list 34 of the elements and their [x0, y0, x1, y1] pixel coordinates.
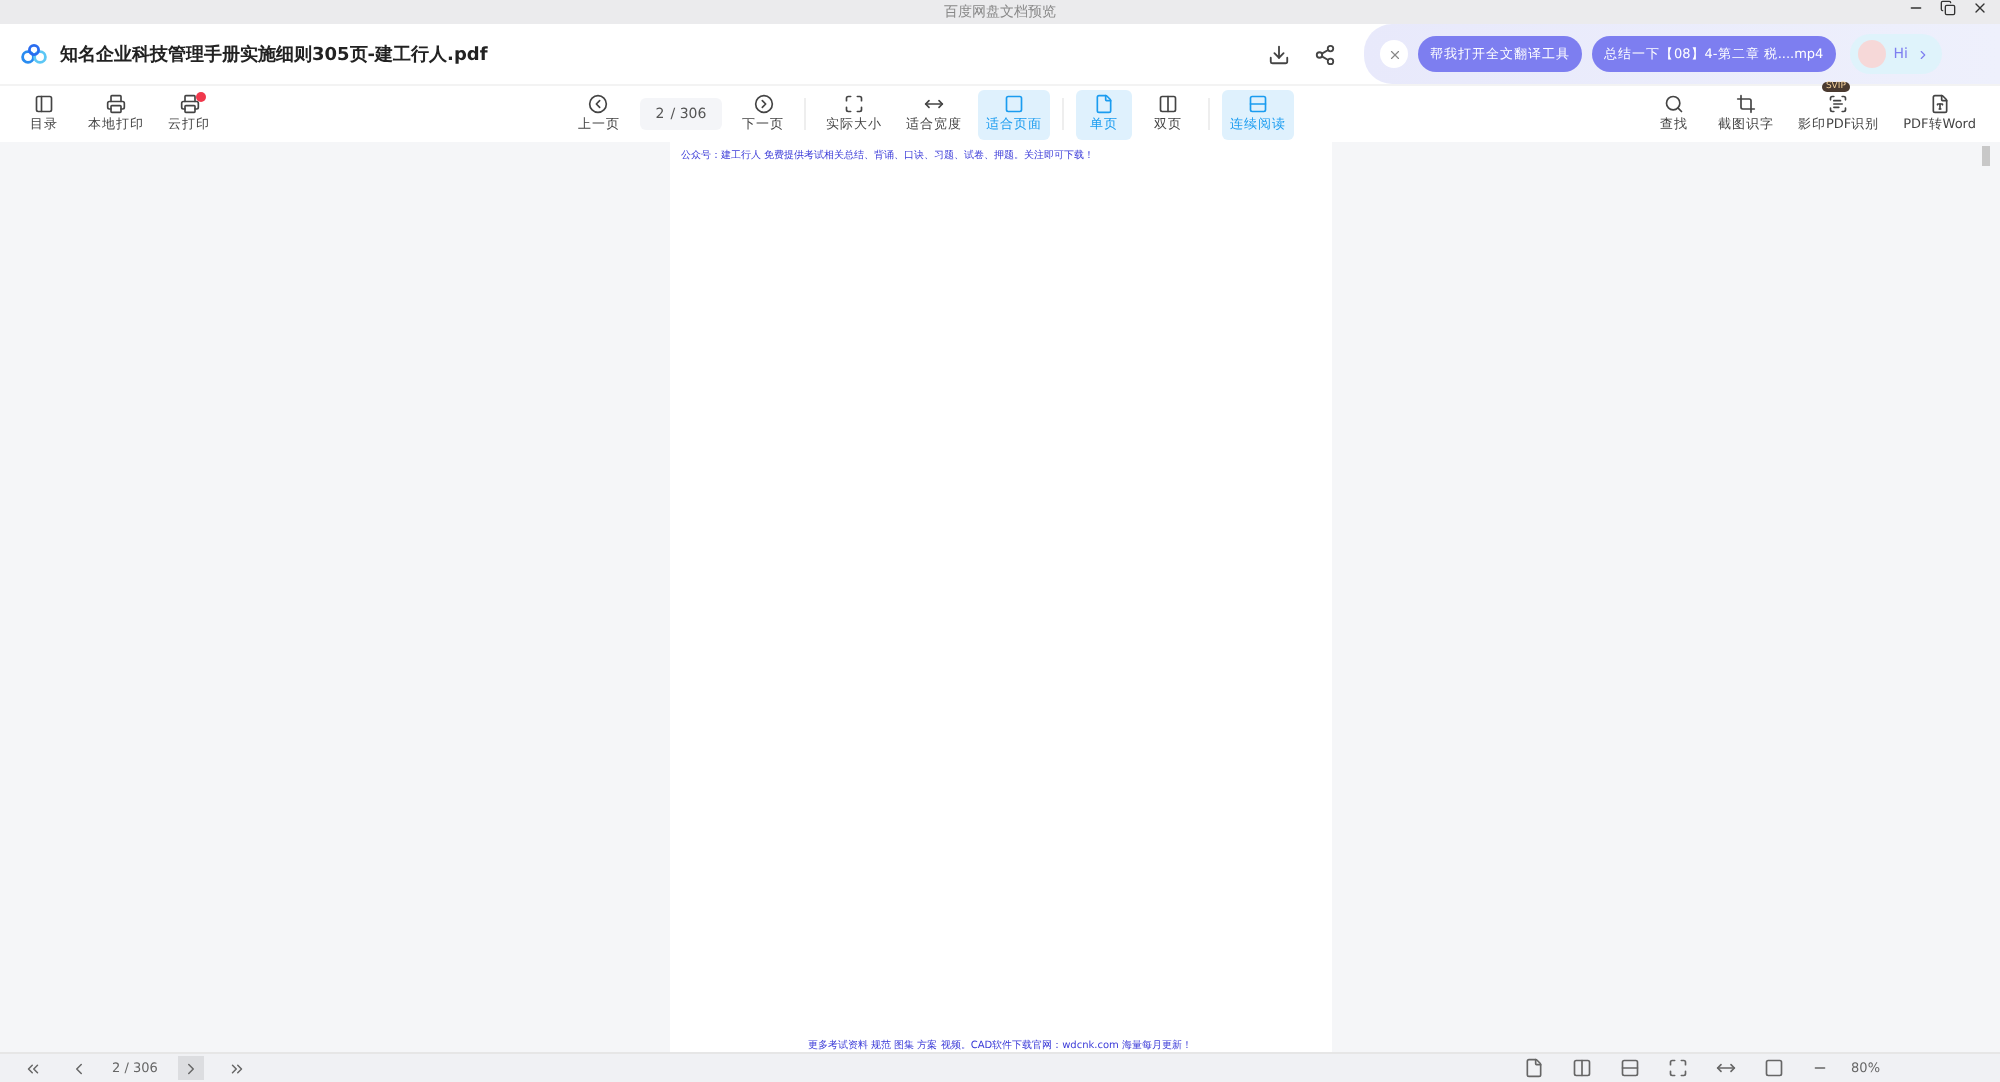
arrows-icon [1715, 1058, 1736, 1078]
printer-icon [179, 94, 199, 114]
close-icon [1387, 47, 1401, 61]
frame-icon [1667, 1058, 1688, 1078]
rows-icon [1248, 94, 1269, 114]
search-icon [1663, 94, 1684, 114]
columns-icon [1158, 94, 1179, 114]
square-icon [1004, 94, 1025, 114]
avatar-circle [1857, 40, 1886, 68]
next-page-button[interactable] [177, 1056, 204, 1080]
columns-icon [1571, 1058, 1592, 1078]
chevron-left-icon [588, 94, 609, 114]
scan-icon [1828, 94, 1849, 114]
frame-icon [844, 94, 865, 114]
chevron-right-icon [1915, 47, 1930, 61]
chevron-right-icon [753, 94, 774, 114]
download-icon[interactable] [1268, 43, 1290, 65]
page-icon [1523, 1058, 1544, 1078]
arrows-icon [924, 94, 945, 114]
square-icon [1763, 1058, 1784, 1078]
logo-icon [20, 44, 48, 64]
share-icon[interactable] [1314, 43, 1336, 65]
crop-icon [1735, 94, 1756, 114]
chevron-left-icon [70, 1059, 88, 1077]
double-chevron-left-icon [24, 1059, 42, 1077]
close-icon[interactable] [1972, 0, 1988, 16]
page-icon [1094, 94, 1115, 114]
printer-icon [106, 94, 126, 114]
document-icon [1929, 94, 1950, 114]
sidebar-icon [34, 94, 54, 114]
restore-icon[interactable] [1940, 0, 1956, 16]
double-chevron-right-icon [227, 1059, 246, 1077]
document-title: 知名企业科技管理手册实施细则305页-建工行人.pdf [60, 42, 488, 67]
rows-icon [1619, 1058, 1640, 1078]
